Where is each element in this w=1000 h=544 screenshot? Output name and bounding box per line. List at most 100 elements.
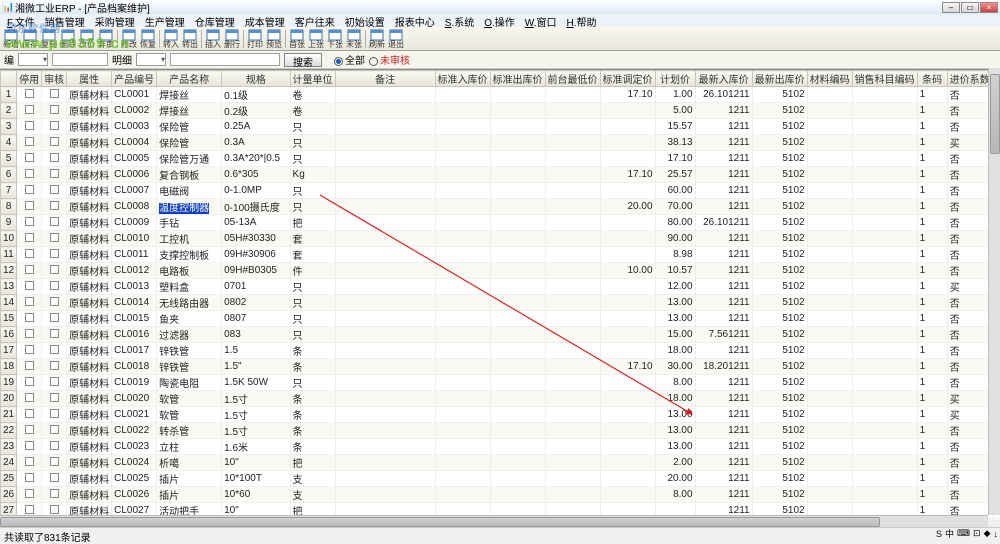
toolbar: 新增保存复制删除改价弃审修改恢复转入转出插入删行打印预览首张上张下张末张刷新退出	[0, 27, 1000, 51]
col-0[interactable]	[1, 71, 17, 87]
table-row[interactable]: 7原辅材料CL0007电磁阀0-1.0MP只60.00121151021否	[1, 183, 1000, 199]
col-14[interactable]: 最新入库价	[695, 71, 752, 87]
table-row[interactable]: 15原辅材料CL0015鱼夹0807只13.00121151021否	[1, 311, 1000, 327]
col-7[interactable]: 计量单位	[290, 71, 335, 87]
col-13[interactable]: 计划价	[655, 71, 695, 87]
grid-container[interactable]: 停用审核属性产品编号产品名称规格计量单位备注标准入库价标准出库价前台最低价标准调…	[0, 69, 1000, 520]
col-19[interactable]: 进价系数	[947, 71, 992, 87]
tray-icon[interactable]: ⌨	[957, 528, 970, 539]
scrollbar-horizontal[interactable]	[0, 515, 988, 527]
table-row[interactable]: 2原辅材料CL0002焊接丝0.2级卷5.00121151021否	[1, 103, 1000, 119]
filter-input-2[interactable]	[170, 53, 280, 66]
table-row[interactable]: 4原辅材料CL0004保险管0.3A只38.13121151021买	[1, 135, 1000, 151]
recover-button[interactable]: 恢复	[139, 29, 157, 49]
table-row[interactable]: 22原辅材料CL0022转杀管1.5寸条13.00121151021否	[1, 423, 1000, 439]
menu-item-1[interactable]: 销售管理	[40, 14, 90, 27]
new-button[interactable]: 新增	[2, 29, 20, 49]
menu-item-5[interactable]: 成本管理	[240, 14, 290, 27]
table-row[interactable]: 1原辅材料CL0001焊接丝0.1级卷17.101.0026.101211510…	[1, 87, 1000, 103]
prev-button[interactable]: 上张	[307, 29, 325, 49]
col-6[interactable]: 规格	[222, 71, 290, 87]
preview-button[interactable]: 预览	[265, 29, 283, 49]
table-row[interactable]: 3原辅材料CL0003保险管0.25A只15.57121151021否	[1, 119, 1000, 135]
table-row[interactable]: 11原辅材料CL0011支撑控制板09H#30906套8.98121151021…	[1, 247, 1000, 263]
col-8[interactable]: 备注	[335, 71, 435, 87]
table-row[interactable]: 12原辅材料CL0012电路板09H#B0305件10.0010.5712115…	[1, 263, 1000, 279]
table-row[interactable]: 26原辅材料CL0026插片10*60支8.00121151021否	[1, 487, 1000, 503]
filter-input-1[interactable]	[52, 53, 108, 66]
table-row[interactable]: 24原辅材料CL0024析噶10"把2.00121151021否	[1, 455, 1000, 471]
table-row[interactable]: 10原辅材料CL0010工控机05H#30330套90.00121151021否	[1, 231, 1000, 247]
table-row[interactable]: 21原辅材料CL0021软管1.5寸条13.00121151021买	[1, 407, 1000, 423]
filter-dropdown-1[interactable]	[18, 53, 48, 66]
exit-button[interactable]: 退出	[387, 29, 405, 49]
filter-dropdown-2[interactable]	[136, 53, 166, 66]
modify2-button[interactable]: 修改	[120, 29, 138, 49]
table-row[interactable]: 25原辅材料CL0025插片10*100T支20.00121151021否	[1, 471, 1000, 487]
copy-button[interactable]: 复制	[40, 29, 58, 49]
first-button[interactable]: 首张	[288, 29, 306, 49]
menu-item-7[interactable]: 初始设置	[340, 14, 390, 27]
col-17[interactable]: 销售科目编码	[852, 71, 917, 87]
radio-all[interactable]	[334, 57, 343, 66]
export-button[interactable]: 转出	[181, 29, 199, 49]
menu-item-0[interactable]: F.文件	[2, 14, 40, 27]
menu-item-9[interactable]: S.系统	[440, 14, 479, 27]
col-9[interactable]: 标准入库价	[435, 71, 490, 87]
search-button[interactable]: 搜索	[284, 53, 322, 67]
menu-item-10[interactable]: O.操作	[479, 14, 520, 27]
menu-item-11[interactable]: W.窗口	[520, 14, 562, 27]
col-4[interactable]: 产品编号	[112, 71, 157, 87]
menu-item-12[interactable]: H.帮助	[561, 14, 601, 27]
col-2[interactable]: 审核	[42, 71, 67, 87]
table-row[interactable]: 8原辅材料CL0008温度控制器0-100摄氏度只20.0070.0012115…	[1, 199, 1000, 215]
scrollbar-vertical[interactable]	[988, 68, 1000, 515]
discard-button[interactable]: 弃审	[97, 29, 115, 49]
table-row[interactable]: 20原辅材料CL0020软管1.5寸条18.00121151021买	[1, 391, 1000, 407]
table-row[interactable]: 5原辅材料CL0005保险管万通0.3A*20*|0.5只17.10121151…	[1, 151, 1000, 167]
table-row[interactable]: 17原辅材料CL0017锌铁管1.5条18.00121151021否	[1, 343, 1000, 359]
menu-item-2[interactable]: 采购管理	[90, 14, 140, 27]
table-row[interactable]: 16原辅材料CL0016过滤器083只15.007.56121151021否	[1, 327, 1000, 343]
table-row[interactable]: 23原辅材料CL0023立柱1.6米条13.00121151021否	[1, 439, 1000, 455]
tray-icon[interactable]: ⊡	[973, 528, 981, 539]
next-button[interactable]: 下张	[326, 29, 344, 49]
max-button[interactable]: ▭	[961, 2, 979, 13]
delete-button[interactable]: 删除	[59, 29, 77, 49]
table-row[interactable]: 19原辅材料CL0019陶瓷电阻1.5K 50W只8.00121151021否	[1, 375, 1000, 391]
tray-icon[interactable]: ◆	[984, 528, 991, 539]
menu-item-6[interactable]: 客户往来	[290, 14, 340, 27]
menu-item-3[interactable]: 生产管理	[140, 14, 190, 27]
menu-item-4[interactable]: 仓库管理	[190, 14, 240, 27]
close-button[interactable]: ×	[980, 2, 998, 13]
modify-button[interactable]: 改价	[78, 29, 96, 49]
col-10[interactable]: 标准出库价	[490, 71, 545, 87]
table-row[interactable]: 9原辅材料CL0009手钻05-13A把80.0026.10121151021否…	[1, 215, 1000, 231]
insert-button[interactable]: 插入	[204, 29, 222, 49]
min-button[interactable]: –	[942, 2, 960, 13]
col-15[interactable]: 最新出库价	[752, 71, 807, 87]
col-5[interactable]: 产品名称	[157, 71, 222, 87]
table-row[interactable]: 14原辅材料CL0014无线路由器0802只13.00121151021否	[1, 295, 1000, 311]
print-button[interactable]: 打印	[246, 29, 264, 49]
col-1[interactable]: 停用	[17, 71, 42, 87]
tray-icon[interactable]: ↓	[994, 529, 999, 539]
refresh-button[interactable]: 刷新	[368, 29, 386, 49]
data-grid[interactable]: 停用审核属性产品编号产品名称规格计量单位备注标准入库价标准出库价前台最低价标准调…	[0, 70, 1000, 520]
table-row[interactable]: 13原辅材料CL0013塑料盒0701只12.00121151021买	[1, 279, 1000, 295]
col-18[interactable]: 条码	[917, 71, 947, 87]
save-button[interactable]: 保存	[21, 29, 39, 49]
tray-icon[interactable]: 中	[945, 527, 954, 540]
col-11[interactable]: 前台最低价	[545, 71, 600, 87]
col-3[interactable]: 属性	[67, 71, 112, 87]
last-button[interactable]: 末张	[345, 29, 363, 49]
delrow-button[interactable]: 删行	[223, 29, 241, 49]
radio-unapproved[interactable]	[369, 57, 378, 66]
col-16[interactable]: 材料编码	[807, 71, 852, 87]
table-row[interactable]: 6原辅材料CL0006复合钢板0.6*305Kg17.1025.57121151…	[1, 167, 1000, 183]
table-row[interactable]: 18原辅材料CL0018锌铁管1.5"条17.1030.0018.2012115…	[1, 359, 1000, 375]
import-button[interactable]: 转入	[162, 29, 180, 49]
tray-icon[interactable]: S	[936, 529, 942, 539]
menu-item-8[interactable]: 报表中心	[390, 14, 440, 27]
col-12[interactable]: 标准调定价	[600, 71, 655, 87]
